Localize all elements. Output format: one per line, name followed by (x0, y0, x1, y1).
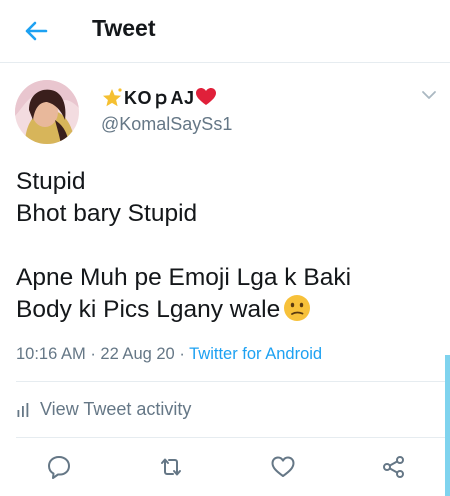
tweet-source-link[interactable]: Twitter for Android (189, 345, 322, 363)
divider (16, 437, 450, 438)
tweet-meta: 10:16 AM · 22 Aug 20 · Twitter for Andro… (16, 345, 322, 364)
red-heart-icon (195, 88, 216, 105)
chevron-down-icon[interactable] (420, 88, 438, 102)
author-handle[interactable]: @KomalSaySs1 (101, 114, 232, 135)
author-display-name: KOｐAJ (124, 88, 195, 108)
avatar[interactable] (15, 80, 79, 144)
like-icon[interactable] (270, 454, 296, 480)
reply-icon[interactable] (46, 454, 72, 480)
avatar-image (15, 80, 79, 144)
tweet-line: Stupid (16, 168, 86, 195)
meta-separator: · (90, 345, 96, 363)
top-bar: Tweet (0, 0, 450, 63)
sparkle-star-icon (103, 88, 122, 107)
back-arrow-icon[interactable] (20, 16, 50, 46)
share-icon[interactable] (381, 454, 407, 480)
view-tweet-activity-button[interactable]: View Tweet activity (16, 399, 191, 420)
tweet-line-with-emoji: Body ki Pics Lgany wale (16, 294, 436, 326)
tweet-time: 10:16 AM (16, 345, 86, 363)
view-tweet-activity-label: View Tweet activity (40, 399, 192, 419)
author-name-row[interactable]: KOｐAJ (100, 86, 217, 108)
page-title: Tweet (92, 15, 156, 41)
scrollbar[interactable] (445, 355, 450, 496)
tweet-line: Apne Muh pe Emoji Lga k Baki (16, 264, 352, 291)
meta-separator: · (179, 345, 185, 363)
tweet-date: 22 Aug 20 (100, 345, 175, 363)
tweet-line: Body ki Pics Lgany wale (16, 296, 281, 323)
activity-bars-icon (17, 402, 29, 417)
divider (16, 381, 450, 382)
tweet-text: Stupid Bhot bary Stupid Apne Muh pe Emoj… (16, 166, 436, 326)
confused-face-emoji-icon (284, 295, 311, 321)
tweet-line: Bhot bary Stupid (16, 200, 198, 227)
retweet-icon[interactable] (158, 454, 184, 480)
